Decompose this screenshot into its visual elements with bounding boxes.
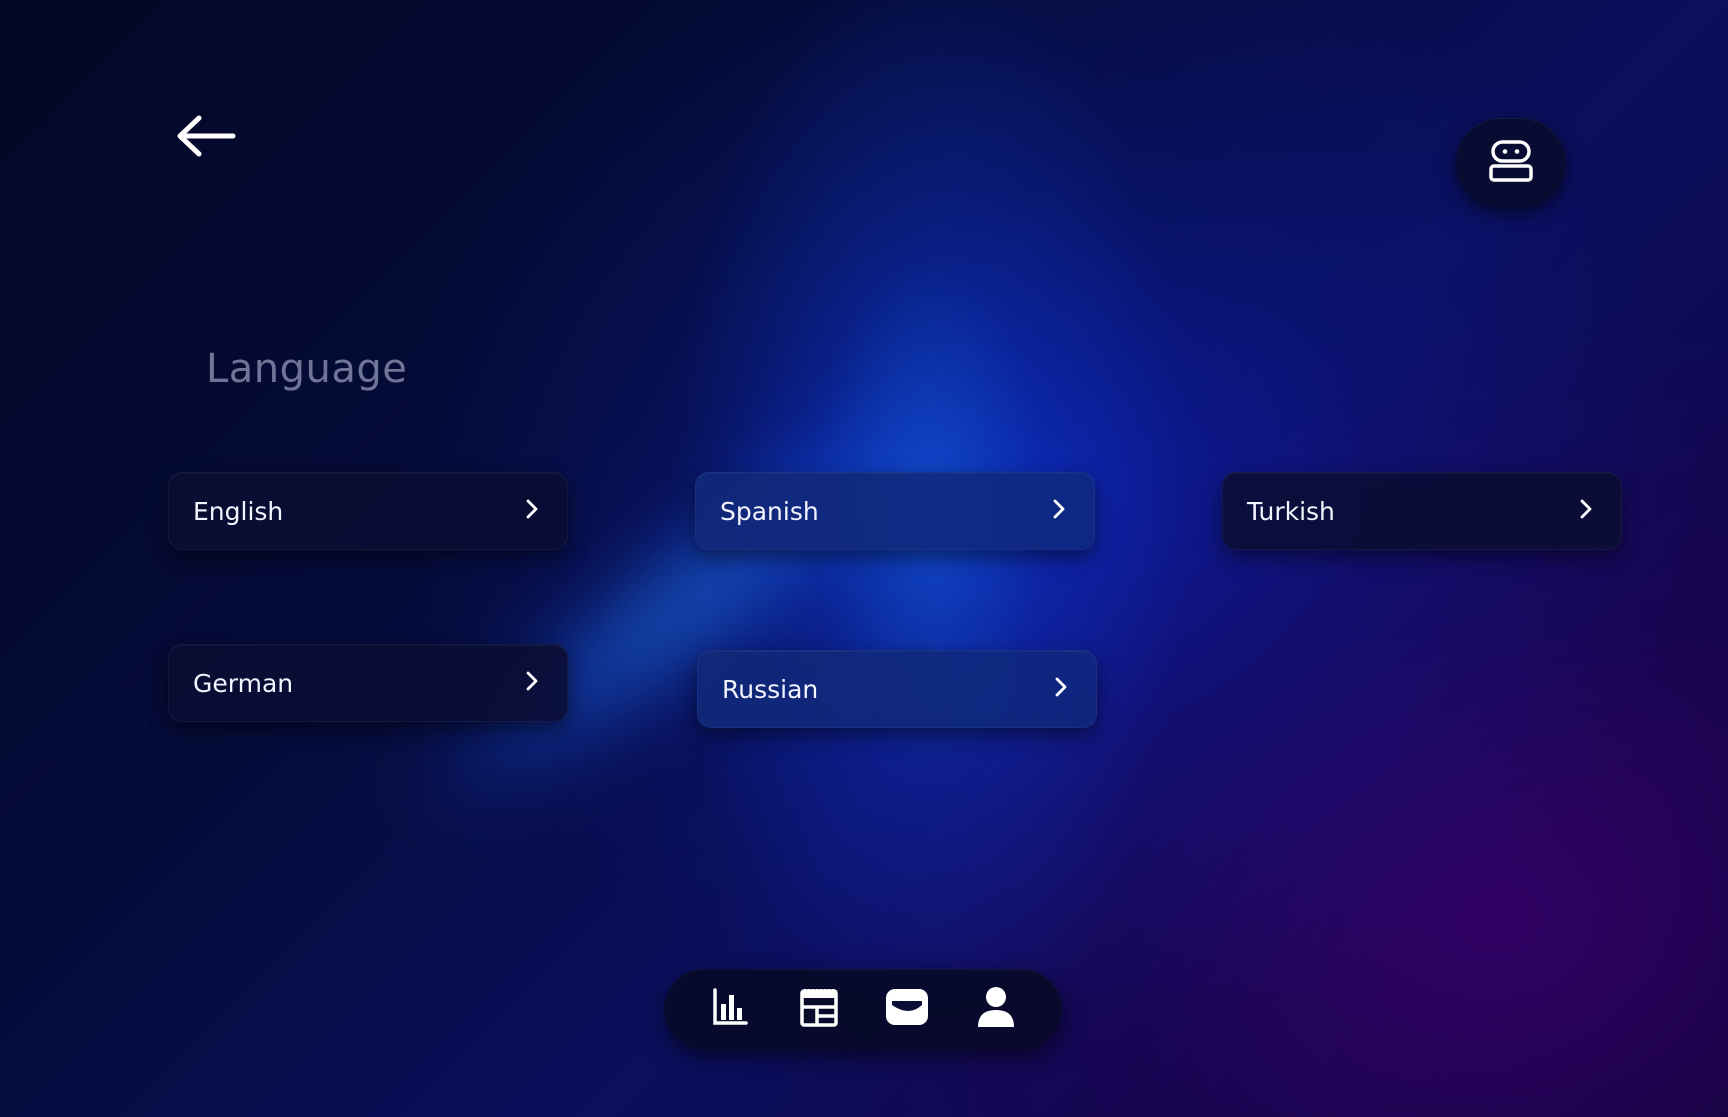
- chevron-right-icon: [1054, 676, 1068, 702]
- language-label: Russian: [722, 674, 819, 704]
- language-option-spanish[interactable]: Spanish: [695, 472, 1095, 550]
- nav-stats[interactable]: [700, 979, 760, 1039]
- bottom-navigation: [664, 969, 1062, 1049]
- assistant-button[interactable]: [1456, 118, 1566, 208]
- chevron-right-icon: [525, 498, 539, 524]
- nav-profile[interactable]: [966, 979, 1026, 1039]
- page-title: Language: [206, 346, 408, 392]
- language-option-russian[interactable]: Russian: [697, 650, 1097, 728]
- background-light-streak: [383, 359, 977, 861]
- language-label: Spanish: [720, 496, 819, 526]
- nav-wallet[interactable]: [877, 979, 937, 1039]
- calendar-layout-icon: [800, 987, 838, 1031]
- language-option-english[interactable]: English: [168, 472, 568, 550]
- language-label: Turkish: [1247, 496, 1335, 526]
- bar-chart-icon: [712, 988, 748, 1030]
- arrow-left-icon: [175, 114, 237, 162]
- back-button[interactable]: [170, 110, 242, 166]
- language-label: German: [193, 668, 294, 698]
- chevron-right-icon: [1579, 498, 1593, 524]
- chevron-right-icon: [525, 670, 539, 696]
- nav-schedule[interactable]: [789, 979, 849, 1039]
- language-option-german[interactable]: German: [168, 644, 568, 722]
- language-label: English: [193, 496, 284, 526]
- user-icon: [977, 986, 1015, 1032]
- chevron-right-icon: [1052, 498, 1066, 524]
- wallet-icon: [885, 987, 929, 1031]
- robot-icon: [1488, 139, 1534, 187]
- language-option-turkish[interactable]: Turkish: [1222, 472, 1622, 550]
